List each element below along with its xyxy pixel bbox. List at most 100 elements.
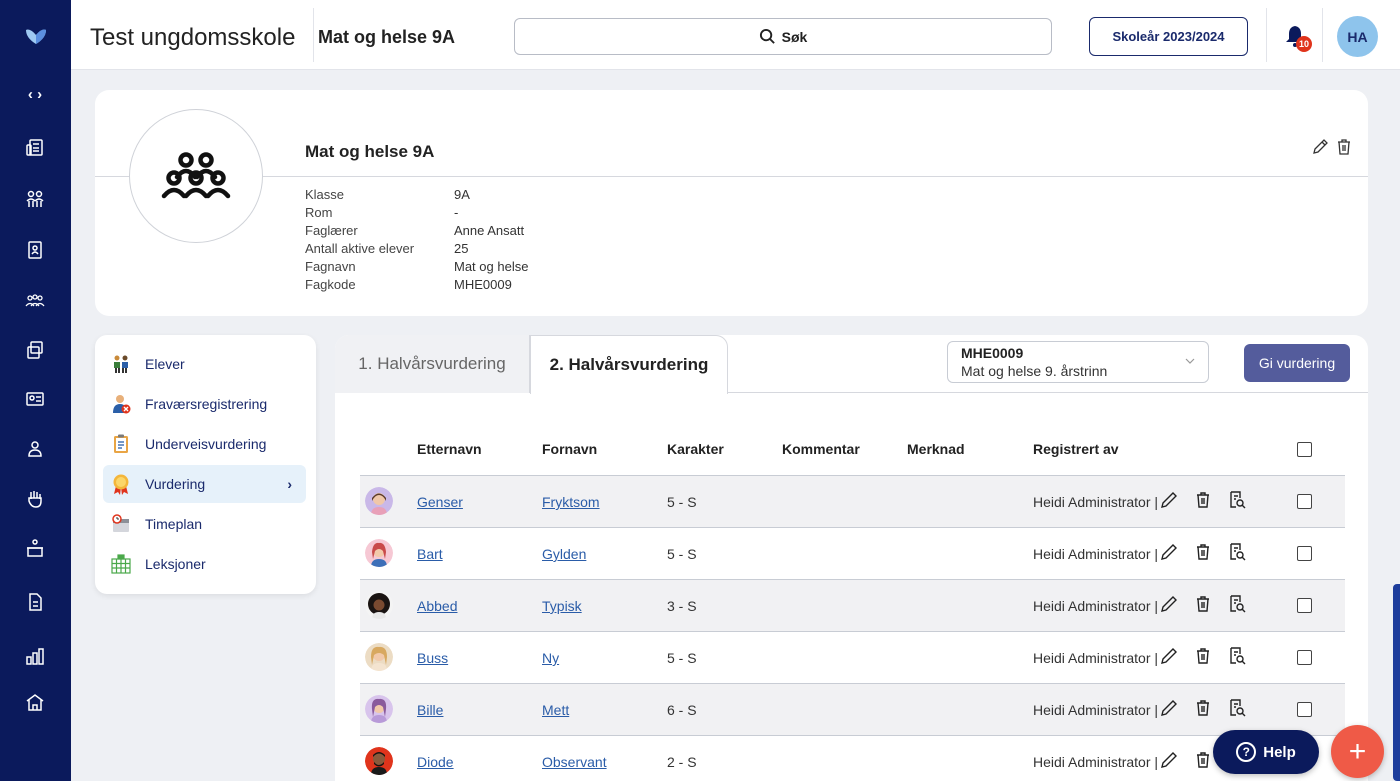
detail-label: Fagkode (305, 277, 356, 292)
code-icon[interactable]: ‹ › (23, 82, 47, 106)
class-info-card: Mat og helse 9A Klasse 9A Rom - Faglærer An… (95, 90, 1368, 316)
document-search-icon[interactable] (1227, 490, 1247, 510)
column-header[interactable]: Fornavn (542, 441, 597, 457)
side-panel-edge[interactable] (1393, 584, 1400, 781)
pencil-icon[interactable] (1159, 594, 1179, 614)
user-avatar[interactable]: HA (1337, 16, 1378, 57)
document-search-icon[interactable] (1227, 646, 1247, 666)
column-header[interactable]: Kommentar (782, 441, 860, 457)
last-name-link[interactable]: Diode (417, 754, 454, 770)
trash-icon[interactable] (1193, 594, 1213, 614)
trash-icon[interactable] (1193, 646, 1213, 666)
table-row: Bille Mett 6 - S Heidi Administrator | (360, 684, 1345, 736)
menu-item-underveisvurdering[interactable]: Underveisvurdering (103, 425, 306, 463)
give-assessment-button[interactable]: Gi vurdering (1244, 344, 1350, 382)
first-name-link[interactable]: Observant (542, 754, 607, 770)
cases-icon[interactable] (23, 338, 47, 362)
last-name-link[interactable]: Buss (417, 650, 448, 666)
row-checkbox[interactable] (1297, 650, 1312, 665)
subject-code: MHE0009 (961, 345, 1024, 361)
first-name-link[interactable]: Typisk (542, 598, 582, 614)
search-icon (759, 28, 775, 44)
class-menu: Elever Fraværsregistrering Underveisvurd… (95, 335, 316, 594)
pencil-icon[interactable] (1159, 698, 1179, 718)
pencil-icon[interactable] (1159, 542, 1179, 562)
row-checkbox[interactable] (1297, 598, 1312, 613)
detail-value: MHE0009 (454, 277, 512, 292)
row-actions (1159, 490, 1247, 510)
school-year-button[interactable]: Skoleår 2023/2024 (1089, 17, 1248, 56)
clipboard-icon (110, 433, 132, 455)
tab-first-semester[interactable]: 1. Halvårsvurdering (335, 335, 530, 393)
detail-label: Faglærer (305, 223, 358, 238)
menu-item-timeplan[interactable]: Timeplan (103, 505, 306, 543)
table-row: Abbed Typisk 3 - S Heidi Administrator | (360, 580, 1345, 632)
registered-by: Heidi Administrator | (1033, 598, 1159, 614)
search-bar[interactable]: Søk (514, 18, 1052, 55)
detail-label: Klasse (305, 187, 345, 202)
column-header[interactable]: Etternavn (417, 441, 482, 457)
menu-item-vurdering[interactable]: Vurdering › (103, 465, 306, 503)
document-search-icon[interactable] (1227, 698, 1247, 718)
select-all-checkbox[interactable] (1297, 442, 1312, 457)
trash-icon[interactable] (1193, 698, 1213, 718)
id-badge-icon[interactable] (23, 238, 47, 262)
column-header[interactable]: Merknad (907, 441, 965, 457)
table-header: Etternavn Fornavn Karakter Kommentar Mer… (360, 423, 1345, 476)
first-name-link[interactable]: Ny (542, 650, 559, 666)
divider (95, 176, 1368, 177)
student-avatar (365, 539, 393, 567)
trash-icon[interactable] (1335, 138, 1353, 156)
table-row: Genser Fryktsom 5 - S Heidi Administrato… (360, 476, 1345, 528)
last-name-link[interactable]: Bille (417, 702, 443, 718)
pencil-icon[interactable] (1311, 138, 1329, 156)
help-button[interactable]: ? Help (1213, 730, 1319, 774)
trash-icon[interactable] (1193, 490, 1213, 510)
table-row: Diode Observant 2 - S Heidi Administrato… (360, 736, 1345, 781)
app-logo-icon[interactable] (24, 26, 48, 46)
pencil-icon[interactable] (1159, 490, 1179, 510)
header-divider (1322, 8, 1323, 62)
tab-second-semester[interactable]: 2. Halvårsvurdering (530, 335, 728, 394)
hand-icon[interactable] (23, 487, 47, 511)
menu-item-leksjoner[interactable]: Leksjoner (103, 545, 306, 583)
grade: 5 - S (667, 650, 697, 666)
document-icon[interactable] (23, 590, 47, 614)
grade: 2 - S (667, 754, 697, 770)
last-name-link[interactable]: Abbed (417, 598, 457, 614)
row-checkbox[interactable] (1297, 494, 1312, 509)
menu-item-elever[interactable]: Elever (103, 345, 306, 383)
row-checkbox[interactable] (1297, 702, 1312, 717)
row-checkbox[interactable] (1297, 546, 1312, 561)
bar-chart-icon[interactable] (23, 644, 47, 668)
menu-item-fravaersregistrering[interactable]: Fraværsregistrering (103, 385, 306, 423)
menu-label: Elever (145, 356, 185, 372)
inbox-icon[interactable] (23, 536, 47, 560)
first-name-link[interactable]: Gylden (542, 546, 586, 562)
column-header[interactable]: Registrert av (1033, 441, 1119, 457)
column-header[interactable]: Karakter (667, 441, 724, 457)
last-name-link[interactable]: Genser (417, 494, 463, 510)
question-icon: ? (1236, 742, 1257, 762)
detail-label: Fagnavn (305, 259, 356, 274)
pencil-icon[interactable] (1159, 646, 1179, 666)
first-name-link[interactable]: Fryktsom (542, 494, 600, 510)
add-fab-button[interactable]: + (1331, 725, 1384, 778)
tab-bar: 1. Halvårsvurdering 2. Halvårsvurdering … (335, 335, 1368, 394)
subject-select[interactable]: MHE0009 Mat og helse 9. årstrinn (947, 341, 1209, 383)
group-icon[interactable] (23, 290, 47, 314)
person-icon[interactable] (23, 437, 47, 461)
document-search-icon[interactable] (1227, 594, 1247, 614)
chevron-down-icon (1185, 358, 1195, 364)
news-icon[interactable] (23, 136, 47, 160)
document-search-icon[interactable] (1227, 542, 1247, 562)
trash-icon[interactable] (1193, 542, 1213, 562)
notifications-button[interactable]: 10 (1284, 24, 1312, 52)
last-name-link[interactable]: Bart (417, 546, 443, 562)
school-icon[interactable] (23, 690, 47, 714)
trash-icon[interactable] (1193, 750, 1213, 770)
people-icon[interactable] (23, 187, 47, 211)
pencil-icon[interactable] (1159, 750, 1179, 770)
id-card-icon[interactable] (23, 387, 47, 411)
first-name-link[interactable]: Mett (542, 702, 569, 718)
